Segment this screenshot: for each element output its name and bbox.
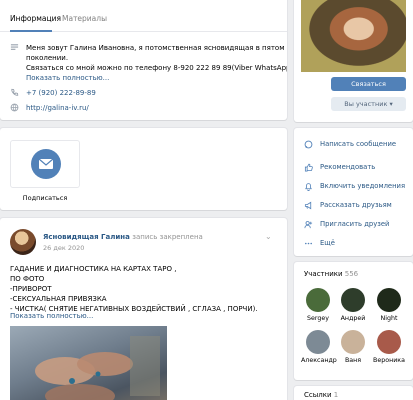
member-name: Night bbox=[380, 315, 398, 322]
about-line: поколении. bbox=[26, 54, 69, 62]
members-title: Участники bbox=[304, 270, 343, 278]
links-header[interactable]: Ссылки 1 bbox=[304, 391, 338, 399]
avatar bbox=[377, 330, 401, 354]
members-card: Участники 556 Sergey Андрей Night Алекса… bbox=[294, 262, 413, 380]
member-item[interactable]: Night bbox=[372, 288, 406, 322]
subscribe-tile[interactable] bbox=[10, 140, 80, 188]
links-card: Ссылки 1 bbox=[294, 386, 413, 400]
action-label: Пригласить друзей bbox=[320, 220, 390, 228]
action-label: Включить уведомления bbox=[320, 182, 406, 190]
add-user-icon bbox=[304, 220, 313, 229]
action-label: Ещё bbox=[320, 239, 335, 247]
members-header[interactable]: Участники 556 bbox=[304, 270, 358, 278]
member-status-button[interactable]: Вы участник ▾ bbox=[331, 97, 406, 111]
subscribe-label[interactable]: Подписаться bbox=[10, 194, 80, 202]
avatar bbox=[341, 288, 365, 312]
post-line: -СЕКСУАЛЬНАЯ ПРИВЯЗКА bbox=[10, 295, 107, 303]
bell-icon bbox=[304, 182, 313, 191]
member-name: Sergey bbox=[307, 315, 329, 322]
website-link[interactable]: http://galina-iv.ru/ bbox=[26, 103, 89, 113]
action-label: Рассказать друзьям bbox=[320, 201, 392, 209]
post-text: ГАДАНИЕ И ДИАГНОСТИКА НА КАРТАХ ТАРО , П… bbox=[10, 264, 258, 314]
info-card: Информация Материалы Меня зовут Галина И… bbox=[0, 0, 287, 120]
phone-link[interactable]: +7 (920) 222-89-89 bbox=[26, 88, 96, 98]
links-count: 1 bbox=[333, 391, 339, 399]
member-name: Ваня bbox=[344, 357, 362, 364]
links-title: Ссылки bbox=[304, 391, 332, 399]
member-name: Вероника bbox=[373, 357, 405, 364]
info-tabs: Информация Материалы bbox=[0, 0, 287, 32]
phone-icon bbox=[10, 88, 19, 97]
member-status-label: Вы участник bbox=[344, 100, 388, 108]
member-item[interactable]: Александр bbox=[301, 330, 337, 364]
contact-button[interactable]: Связаться bbox=[331, 77, 406, 91]
post-line: ПО ФОТО bbox=[10, 275, 45, 283]
action-label: Рекомендовать bbox=[320, 163, 376, 171]
post-pinned-label: запись закреплена bbox=[132, 233, 203, 241]
globe-icon bbox=[10, 103, 19, 112]
post-show-more[interactable]: Показать полностью... bbox=[10, 312, 93, 320]
envelope-icon bbox=[31, 149, 61, 179]
member-item[interactable]: Вероника bbox=[372, 330, 406, 364]
about-text: Меня зовут Галина Ивановна, я потомствен… bbox=[26, 43, 287, 83]
text-lines-icon bbox=[10, 43, 19, 52]
post-line: ГАДАНИЕ И ДИАГНОСТИКА НА КАРТАХ ТАРО , bbox=[10, 265, 177, 273]
about-line: Меня зовут Галина Ивановна, я потомствен… bbox=[26, 44, 285, 52]
members-count: 556 bbox=[344, 270, 359, 278]
message-icon bbox=[304, 140, 313, 149]
post-line: -ПРИВОРОТ bbox=[10, 285, 52, 293]
profile-photo[interactable] bbox=[301, 0, 406, 72]
post-photo[interactable] bbox=[10, 326, 167, 400]
member-name: Андрей bbox=[340, 315, 366, 322]
tab-information[interactable]: Информация bbox=[10, 0, 61, 32]
avatar bbox=[341, 330, 365, 354]
thumbs-up-icon bbox=[304, 163, 313, 172]
megaphone-icon bbox=[304, 201, 313, 210]
avatar bbox=[306, 288, 330, 312]
chevron-down-icon: ▾ bbox=[389, 100, 393, 108]
about-line: Связаться со мной можно по телефону 8-92… bbox=[26, 64, 287, 72]
more-icon bbox=[304, 239, 313, 248]
member-item[interactable]: Sergey bbox=[301, 288, 335, 322]
profile-photo-card: Связаться Вы участник ▾ bbox=[294, 0, 413, 122]
post-author: Ясновидящая Галина запись закреплена bbox=[43, 233, 203, 241]
action-label: Написать сообщение bbox=[320, 140, 397, 148]
avatar bbox=[306, 330, 330, 354]
post-author-name[interactable]: Ясновидящая Галина bbox=[43, 233, 130, 241]
post-date[interactable]: 26 дек 2020 bbox=[43, 244, 84, 252]
member-item[interactable]: Андрей bbox=[336, 288, 370, 322]
member-name: Александр bbox=[301, 357, 337, 364]
member-item[interactable]: Ваня bbox=[336, 330, 370, 364]
chevron-down-icon[interactable]: ⌄ bbox=[265, 232, 272, 241]
show-more-link[interactable]: Показать полностью... bbox=[26, 73, 287, 83]
actions-card: Написать сообщение Рекомендовать Включит… bbox=[294, 128, 413, 256]
avatar bbox=[377, 288, 401, 312]
pinned-post: Ясновидящая Галина запись закреплена 26 … bbox=[0, 218, 287, 400]
subscribe-card: Подписаться bbox=[0, 128, 287, 210]
active-tab-underline bbox=[10, 30, 52, 32]
tab-materials[interactable]: Материалы bbox=[62, 0, 107, 32]
post-author-avatar[interactable] bbox=[10, 229, 36, 255]
